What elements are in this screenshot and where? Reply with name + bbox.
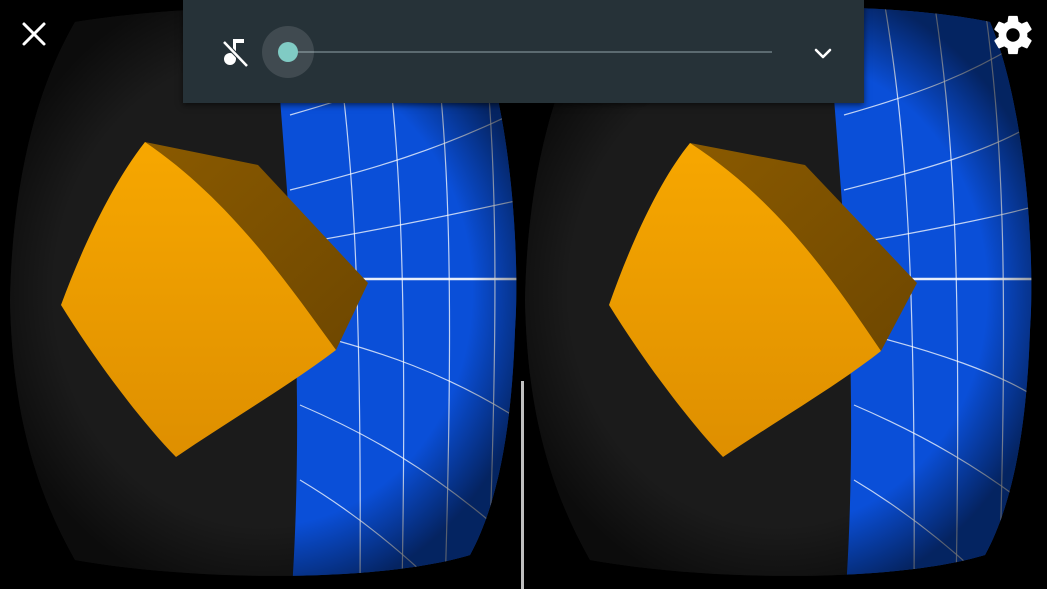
volume-thumb-knob <box>278 42 298 62</box>
audio-control-panel <box>183 0 864 103</box>
vr-viewer <box>0 0 1047 589</box>
music-off-icon <box>222 39 249 68</box>
close-button[interactable] <box>12 12 56 56</box>
viewer-divider <box>521 381 524 589</box>
chevron-down-icon <box>814 48 832 59</box>
volume-slider-thumb[interactable] <box>262 26 314 78</box>
mute-button[interactable] <box>219 36 253 70</box>
close-icon <box>22 22 46 46</box>
expand-panel-button[interactable] <box>807 38 839 70</box>
gear-icon <box>994 15 1032 55</box>
settings-button[interactable] <box>990 12 1036 58</box>
volume-slider-track[interactable] <box>288 51 772 53</box>
